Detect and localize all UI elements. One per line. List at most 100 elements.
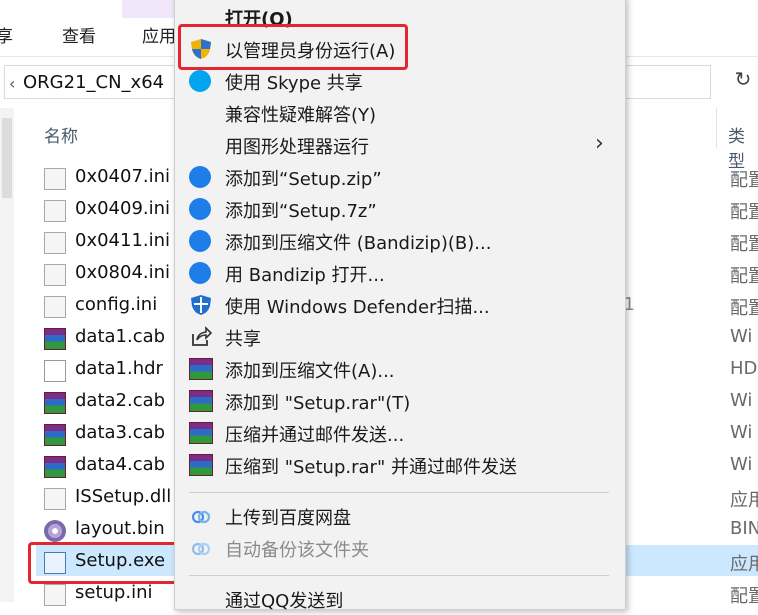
file-name: layout.bin — [75, 518, 165, 539]
file-name: ISSetup.dll — [75, 486, 172, 507]
baidu-netdisk-icon — [191, 510, 211, 524]
menu-item-add-to-7z[interactable]: 添加到“Setup.7z” — [175, 193, 625, 225]
winrar-icon — [189, 422, 213, 444]
file-type: Wi — [730, 390, 753, 411]
menu-item-defender-scan[interactable]: 使用 Windows Defender扫描... — [175, 289, 625, 321]
file-type: 应用 — [730, 554, 758, 575]
file-name: data4.cab — [75, 454, 166, 475]
file-type: 配置 — [730, 266, 758, 287]
share-icon — [192, 326, 213, 346]
settings-file-icon — [44, 584, 66, 606]
menu-separator — [189, 492, 609, 493]
context-menu: 打开(O) 以管理员身份运行(A) 使用 Skype 共享 兼容性疑难解答(Y)… — [174, 0, 626, 612]
tab-share[interactable]: 享 — [0, 22, 13, 47]
scrollbar-thumb[interactable] — [2, 118, 12, 198]
menu-item-send-via-qq[interactable]: 通过QQ发送到 — [175, 583, 625, 615]
disc-image-icon — [44, 520, 66, 542]
file-name: 0x0407.ini — [75, 166, 171, 187]
file-type: 配置 — [730, 586, 758, 607]
submenu-arrow-icon: › — [595, 131, 604, 156]
file-name: setup.ini — [75, 582, 153, 603]
menu-item-label: 压缩并通过邮件发送... — [225, 425, 405, 446]
column-separator[interactable] — [716, 108, 717, 148]
file-type: 配置 — [730, 234, 758, 255]
settings-file-icon — [44, 200, 66, 222]
defender-shield-icon — [191, 295, 211, 315]
tab-application-tools[interactable]: 应用 — [142, 22, 176, 47]
menu-item-winrar-compress-email[interactable]: 压缩并通过邮件发送... — [175, 417, 625, 449]
menu-separator — [189, 575, 609, 576]
menu-item-upload-baidu[interactable]: 上传到百度网盘 — [175, 500, 625, 532]
settings-file-icon — [44, 168, 66, 190]
menu-item-label: 共享 — [225, 329, 261, 350]
settings-file-icon — [44, 264, 66, 286]
winrar-icon — [189, 390, 213, 412]
menu-item-label: 使用 Windows Defender扫描... — [225, 297, 490, 318]
menu-item-label: 添加到压缩文件(A)... — [225, 361, 395, 382]
menu-item-run-with-gpu[interactable]: 用图形处理器运行 › — [175, 129, 625, 161]
file-name: config.ini — [75, 294, 158, 315]
file-name: 0x0804.ini — [75, 262, 171, 283]
menu-item-winrar-add-to-archive[interactable]: 添加到压缩文件(A)... — [175, 353, 625, 385]
file-type: 配置 — [730, 170, 758, 191]
file-type: Wi — [730, 422, 753, 443]
skype-icon — [189, 70, 211, 92]
menu-item-label: 通过QQ发送到 — [225, 591, 344, 612]
menu-item-add-to-zip[interactable]: 添加到“Setup.zip” — [175, 161, 625, 193]
menu-item-compat-troubleshoot[interactable]: 兼容性疑难解答(Y) — [175, 97, 625, 129]
file-type: HD — [730, 358, 758, 379]
file-name: data2.cab — [75, 390, 166, 411]
menu-item-add-to-archive-bandizip[interactable]: 添加到压缩文件 (Bandizip)(B)... — [175, 225, 625, 257]
bandizip-icon — [189, 198, 211, 220]
file-type: 应用 — [730, 490, 758, 511]
menu-item-label: 兼容性疑难解答(Y) — [225, 105, 377, 126]
menu-item-label: 添加到 "Setup.rar"(T) — [225, 393, 411, 414]
menu-item-label: 自动备份该文件夹 — [225, 540, 369, 561]
menu-item-label: 添加到“Setup.zip” — [225, 169, 382, 190]
menu-item-auto-backup-folder[interactable]: 自动备份该文件夹 — [175, 532, 625, 564]
menu-item-label: 用图形处理器运行 — [225, 137, 369, 158]
winrar-archive-icon — [44, 392, 66, 414]
menu-item-share[interactable]: 共享 — [175, 321, 625, 353]
navigation-pane-scrollbar[interactable] — [0, 108, 14, 602]
file-name: data1.cab — [75, 326, 166, 347]
file-type: 配置 — [730, 298, 758, 319]
menu-item-label: 添加到“Setup.7z” — [225, 201, 377, 222]
menu-item-label: 添加到压缩文件 (Bandizip)(B)... — [225, 233, 492, 254]
path-chevron-icon[interactable]: ‹ — [9, 74, 15, 93]
address-path[interactable]: ORG21_CN_x64 — [23, 72, 164, 93]
bandizip-icon — [189, 262, 211, 284]
winrar-archive-icon — [44, 424, 66, 446]
generic-file-icon — [44, 360, 66, 382]
tab-view[interactable]: 查看 — [62, 22, 96, 47]
ribbon-context-accent — [122, 0, 182, 18]
file-name: 0x0409.ini — [75, 198, 171, 219]
winrar-archive-icon — [44, 328, 66, 350]
annotation-highlight-setup-exe — [28, 542, 180, 584]
file-type: Wi — [730, 454, 753, 475]
file-name: 0x0411.ini — [75, 230, 171, 251]
file-type: 配置 — [730, 202, 758, 223]
annotation-highlight-run-as-admin — [178, 24, 408, 70]
winrar-icon — [189, 454, 213, 476]
file-name: data1.hdr — [75, 358, 163, 379]
dll-file-icon — [44, 488, 66, 510]
file-name: data3.cab — [75, 422, 166, 443]
winrar-archive-icon — [44, 456, 66, 478]
winrar-icon — [189, 358, 213, 380]
menu-item-label: 使用 Skype 共享 — [225, 73, 363, 94]
settings-file-icon — [44, 232, 66, 254]
menu-item-winrar-compress-to-setup-rar-email[interactable]: 压缩到 "Setup.rar" 并通过邮件发送 — [175, 449, 625, 481]
file-type: Wi — [730, 326, 753, 347]
menu-item-winrar-add-to-setup-rar[interactable]: 添加到 "Setup.rar"(T) — [175, 385, 625, 417]
menu-item-label: 用 Bandizip 打开... — [225, 265, 385, 286]
menu-item-label: 上传到百度网盘 — [225, 508, 351, 529]
baidu-netdisk-icon — [191, 542, 211, 556]
bandizip-icon — [189, 166, 211, 188]
refresh-icon[interactable]: ↻ — [728, 67, 758, 97]
file-type: BIN — [730, 518, 758, 539]
column-header-name[interactable]: 名称 — [44, 122, 78, 147]
menu-item-open-with-bandizip[interactable]: 用 Bandizip 打开... — [175, 257, 625, 289]
settings-file-icon — [44, 296, 66, 318]
menu-item-label: 压缩到 "Setup.rar" 并通过邮件发送 — [225, 457, 517, 478]
